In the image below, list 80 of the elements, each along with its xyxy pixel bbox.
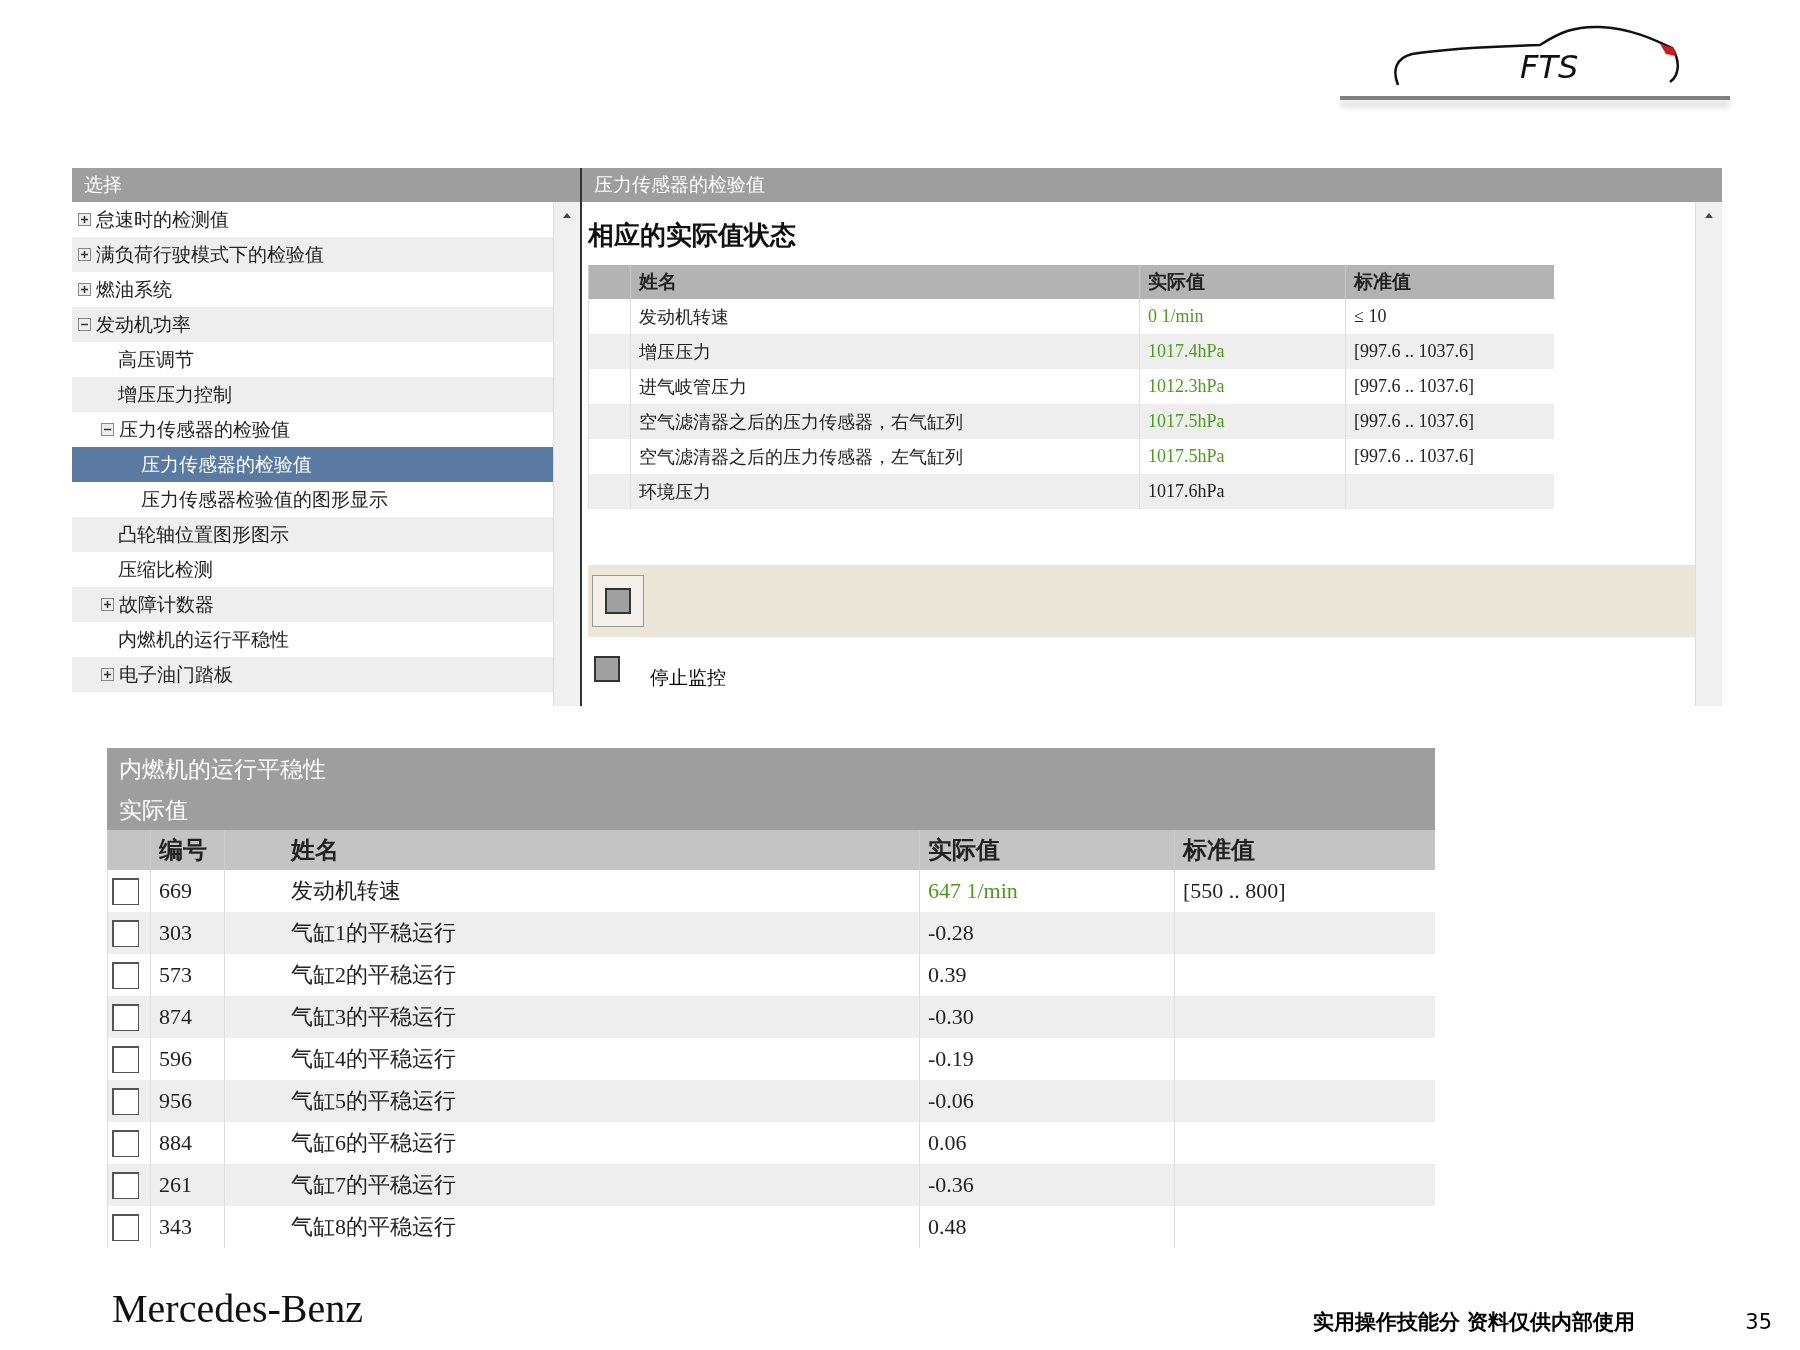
row-header (588, 334, 630, 369)
checkbox[interactable] (112, 1003, 139, 1031)
expand-icon[interactable] (78, 283, 91, 296)
footer-note: 实用操作技能分 资料仅供内部使用 (1312, 1309, 1636, 1336)
table-cell: 874 (150, 996, 224, 1038)
row-header (588, 404, 630, 439)
collapse-icon[interactable] (101, 423, 114, 436)
checkbox[interactable] (112, 1045, 139, 1073)
stop-button[interactable] (592, 575, 644, 627)
value-text: 1017.5hPa (1148, 411, 1225, 432)
table-cell: [997.6 .. 1037.6] (1345, 404, 1554, 439)
checkbox[interactable] (112, 1087, 139, 1115)
value-text: -0.30 (928, 1004, 974, 1030)
column-header: 姓名 (630, 265, 1139, 299)
square-icon (594, 656, 620, 682)
collapse-icon[interactable] (78, 318, 91, 331)
column-header: 姓名 (224, 830, 919, 870)
logo-text: FTS (1520, 48, 1579, 86)
checkbox[interactable] (112, 1213, 139, 1241)
column-header: 编号 (150, 830, 224, 870)
panel-title: 内燃机的运行平稳性 (107, 748, 1435, 790)
table-cell: 261 (150, 1164, 224, 1206)
table-cell: 303 (150, 912, 224, 954)
table-cell: [997.6 .. 1037.6] (1345, 334, 1554, 369)
value-text: 1017.4hPa (1148, 341, 1225, 362)
expand-icon[interactable] (101, 668, 114, 681)
checkbox[interactable] (112, 877, 139, 905)
table-cell: 气缸1的平稳运行 (224, 912, 919, 954)
value-text: 0.06 (928, 1130, 967, 1156)
value-text: 1017.6hPa (1148, 481, 1225, 502)
value-text: 1012.3hPa (1148, 376, 1225, 397)
expand-icon[interactable] (101, 598, 114, 611)
tree-item[interactable]: 电子油门踏板 (72, 657, 553, 692)
value-text: -0.28 (928, 920, 974, 946)
tree-item[interactable]: 增压压力控制 (72, 377, 553, 412)
value-text: -0.06 (928, 1088, 974, 1114)
table-cell: 气缸7的平稳运行 (224, 1164, 919, 1206)
tree-item[interactable]: 故障计数器 (72, 587, 553, 622)
value-text: 0.39 (928, 962, 967, 988)
brand-name: Mercedes-Benz (112, 1285, 363, 1332)
scrollbar[interactable] (1695, 202, 1722, 706)
column-header: 标准值 (1345, 265, 1554, 299)
table-cell: 气缸3的平稳运行 (224, 996, 919, 1038)
value-text: -0.36 (928, 1172, 974, 1198)
column-header (588, 265, 630, 299)
scrollbar[interactable] (553, 202, 580, 706)
tree-item[interactable]: 发动机功率 (72, 307, 553, 342)
value-text: 0 1/min (1148, 306, 1204, 327)
expand-icon[interactable] (78, 248, 91, 261)
scroll-up-icon[interactable] (1704, 212, 1714, 218)
tree-item[interactable]: 压力传感器的检验值 (72, 447, 553, 482)
tree-item[interactable]: 凸轮轴位置图形图示 (72, 517, 553, 552)
table-cell: 空气滤清器之后的压力传感器，右气缸列 (630, 404, 1139, 439)
column-header: 实际值 (1139, 265, 1345, 299)
expand-icon[interactable] (78, 213, 91, 226)
monitor-label: 停止监控 (650, 665, 726, 690)
tree-item[interactable]: 满负荷行驶模式下的检验值 (72, 237, 553, 272)
panel-subtitle: 实际值 (107, 790, 1435, 830)
page-number: 35 (1745, 1310, 1772, 1334)
square-icon (605, 588, 631, 614)
checkbox[interactable] (112, 1129, 139, 1157)
column-header (107, 830, 150, 870)
value-text: 0.48 (928, 1214, 967, 1240)
value-text: -0.19 (928, 1046, 974, 1072)
table-cell: 环境压力 (630, 474, 1139, 509)
panel-title: 压力传感器的检验值 (582, 168, 1722, 202)
checkbox[interactable] (112, 961, 139, 989)
scroll-up-icon[interactable] (562, 212, 572, 218)
value-text: 647 1/min (928, 878, 1018, 904)
table-cell: 956 (150, 1080, 224, 1122)
table-cell: 增压压力 (630, 334, 1139, 369)
value-text: 1017.5hPa (1148, 446, 1225, 467)
row-header (588, 474, 630, 509)
checkbox[interactable] (112, 919, 139, 947)
table-cell: 气缸5的平稳运行 (224, 1080, 919, 1122)
column-header: 实际值 (919, 830, 1174, 870)
checkbox[interactable] (112, 1171, 139, 1199)
column-header: 标准值 (1174, 830, 1435, 870)
section-heading: 相应的实际值状态 (588, 219, 797, 252)
panel-title: 选择 (72, 168, 580, 202)
